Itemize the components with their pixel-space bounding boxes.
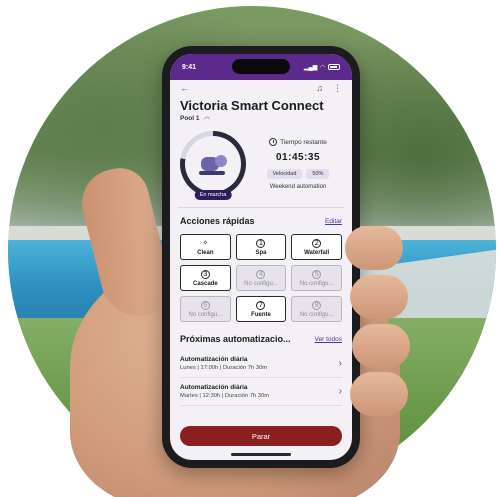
action-slot-8-button[interactable]: 8 No configu... — [291, 296, 342, 322]
dynamic-island — [232, 59, 290, 74]
speed-label: Velocidad — [266, 169, 303, 179]
automations-title: Próximas automatizacio... — [180, 334, 291, 344]
phone-screen: 9:41 ▂▄▆ ◠ ← ♫ ⋮ Victoria Smart Connect … — [170, 54, 352, 460]
hand-finger — [345, 226, 403, 270]
sparkle-icon: ✧ — [202, 239, 209, 247]
hand-finger — [352, 324, 410, 368]
automation-detail: Martes | 12:30h | Duración 7h 30m — [180, 393, 270, 399]
status-icons: ▂▄▆ ◠ — [304, 64, 340, 71]
list-item[interactable]: Automatización diária Lunes | 17:00h | D… — [180, 350, 342, 378]
action-slot-5-button[interactable]: 5 No configu... — [291, 265, 342, 291]
action-clean-button[interactable]: ✧ Clean — [180, 234, 231, 260]
hand-finger — [350, 372, 408, 416]
action-cascade-button[interactable]: 3 Cascade — [180, 265, 231, 291]
action-waterfall-button[interactable]: 2 Waterfall — [291, 234, 342, 260]
speed-value: 50% — [306, 169, 330, 179]
action-slot-6-button[interactable]: 6 No configu... — [180, 296, 231, 322]
automation-detail: Lunes | 17:00h | Duración 7h 30m — [180, 365, 268, 371]
see-all-link[interactable]: Ver todos — [315, 336, 342, 343]
status-time: 9:41 — [182, 63, 197, 71]
signal-icon: ▂▄▆ — [303, 64, 318, 71]
wifi-icon: ◠ — [320, 64, 325, 71]
number-5-icon: 5 — [312, 269, 322, 279]
stop-button[interactable]: Parar — [180, 426, 342, 446]
hand-finger — [350, 275, 408, 319]
timer-panel: Tiempo restante 01:45:35 Velocidad 50% W… — [254, 138, 342, 190]
action-fuente-button[interactable]: 7 Fuente — [235, 296, 287, 322]
number-8-icon: 8 — [312, 300, 322, 310]
pool-name: Pool 1 — [180, 115, 200, 122]
smartphone: 9:41 ▂▄▆ ◠ ← ♫ ⋮ Victoria Smart Connect … — [162, 46, 360, 468]
back-arrow-icon[interactable]: ← — [180, 83, 189, 93]
progress-ring: En marcha — [180, 131, 246, 200]
edit-link[interactable]: Editar — [325, 218, 342, 225]
automation-title: Automatización diária — [180, 356, 248, 363]
automation-title: Automatización diária — [180, 384, 248, 391]
number-6-icon: 6 — [200, 300, 210, 310]
home-indicator — [231, 453, 291, 456]
more-options-icon[interactable]: ⋮ — [333, 83, 342, 94]
device-subtitle: Pool 1 ◠ — [170, 113, 352, 123]
speed-row: Velocidad 50% — [254, 169, 342, 179]
running-badge: En marcha — [194, 190, 232, 200]
quick-actions-grid: ✧ Clean 1 Spa 2 Waterfall 3 Cascade 4 No… — [170, 226, 352, 322]
app-bar: ← ♫ ⋮ — [170, 80, 352, 96]
page-title: Victoria Smart Connect — [180, 98, 324, 113]
device-status: En marcha Tiempo restante 01:45:35 Veloc… — [170, 123, 352, 200]
clock-icon — [269, 138, 278, 146]
automations-list: Automatización diária Lunes | 17:00h | D… — [170, 344, 352, 406]
automation-name: Weekend automation — [269, 184, 327, 190]
automations-header: Próximas automatizacio... Ver todos — [170, 322, 352, 344]
battery-icon — [328, 64, 340, 70]
pump-icon — [199, 153, 227, 175]
number-3-icon: 3 — [200, 269, 210, 279]
number-2-icon: 2 — [312, 238, 322, 248]
number-1-icon: 1 — [256, 238, 266, 248]
time-remaining-label: Tiempo restante — [280, 138, 327, 146]
bell-icon[interactable]: ♫ — [316, 83, 323, 94]
chevron-right-icon: › — [338, 386, 342, 397]
chevron-right-icon: › — [338, 358, 342, 369]
action-spa-button[interactable]: 1 Spa — [235, 234, 287, 260]
time-remaining-value: 01:45:35 — [275, 152, 321, 163]
quick-actions-title: Acciones rápidas — [180, 216, 255, 226]
number-4-icon: 4 — [256, 269, 266, 279]
action-slot-4-button[interactable]: 4 No configu... — [235, 265, 287, 291]
number-7-icon: 7 — [256, 300, 266, 310]
quick-actions-header: Acciones rápidas Editar — [170, 208, 352, 226]
list-item[interactable]: Automatización diária Martes | 12:30h | … — [180, 378, 342, 406]
wifi-icon: ◠ — [204, 116, 210, 123]
